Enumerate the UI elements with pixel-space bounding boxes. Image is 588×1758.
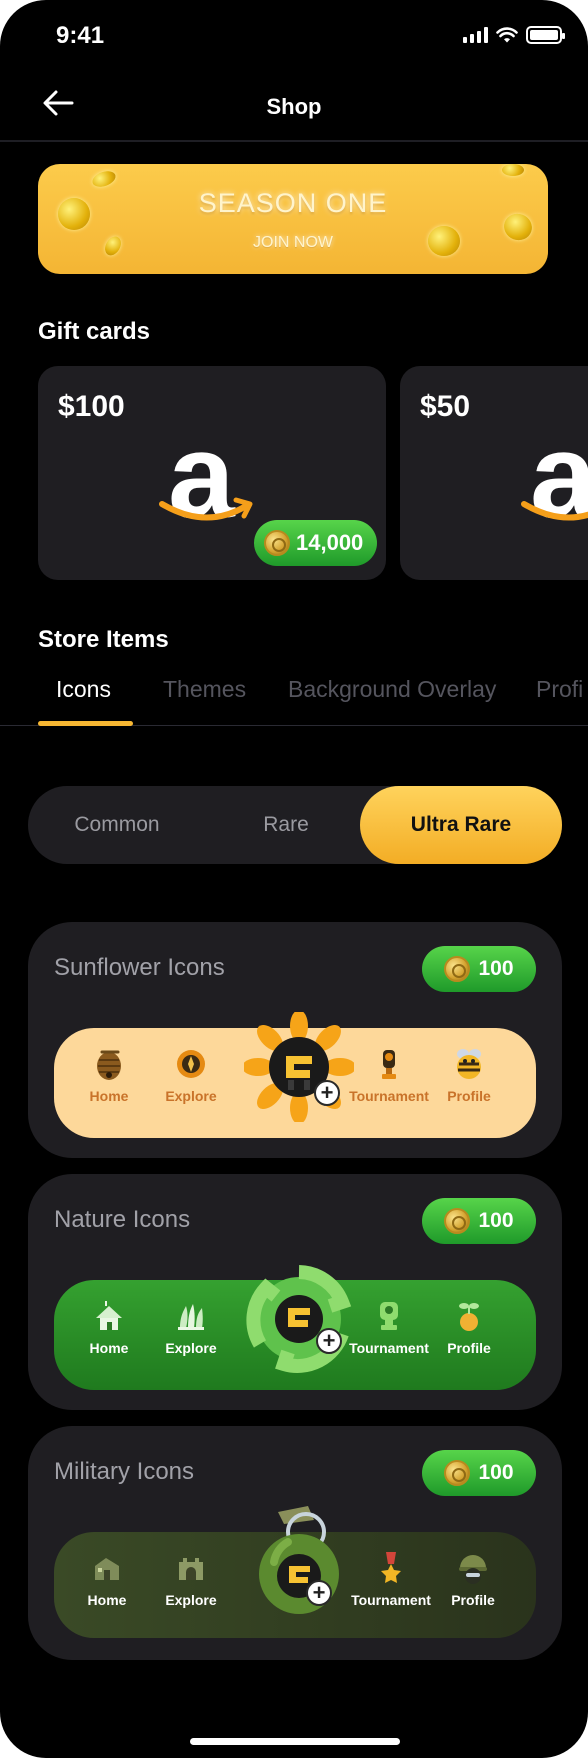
- preview-home: Home: [62, 1550, 152, 1608]
- coin-icon: [444, 956, 471, 982]
- recycle-badge-icon: [244, 1264, 354, 1374]
- gift-card-100[interactable]: $100 a 14,000: [38, 366, 386, 580]
- banner-join-now[interactable]: JOIN NOW: [38, 234, 548, 252]
- preview-label: Home: [89, 1088, 129, 1104]
- status-time: 9:41: [56, 22, 105, 49]
- tab-background-overlay[interactable]: Background Overlay: [288, 676, 496, 703]
- gift-card-amount: $100: [58, 390, 125, 423]
- add-preview-plus-button[interactable]: +: [306, 1580, 332, 1606]
- home-indicator: [190, 1738, 400, 1745]
- preview-label: Profile: [447, 1088, 491, 1104]
- grenade-badge-icon: [244, 1502, 354, 1614]
- rarity-ultra-rare-option[interactable]: Ultra Rare: [360, 786, 562, 864]
- pack-price: 100: [478, 1209, 514, 1232]
- preview-label: Explore: [165, 1088, 217, 1104]
- preview-profile: Profile: [428, 1550, 518, 1608]
- military-icons-preview: Home Explore + Tournament Profile: [54, 1506, 536, 1638]
- preview-label: Home: [87, 1592, 127, 1608]
- preview-label: Tournament: [349, 1340, 429, 1356]
- cottage-icon: [96, 1301, 122, 1330]
- rarity-rare-option[interactable]: Rare: [206, 786, 366, 864]
- preview-label: Explore: [165, 1340, 217, 1356]
- preview-label: Explore: [165, 1592, 217, 1608]
- gift-cards-title: Gift cards: [38, 318, 151, 345]
- preview-home: Home: [64, 1046, 154, 1104]
- phone-screen: 9:41 Shop SEASON ONE JOIN NOW Gift cards…: [0, 0, 588, 1758]
- preview-tournament: Tournament: [346, 1550, 436, 1608]
- coin-icon: [444, 1460, 471, 1486]
- preview-label: Home: [89, 1340, 129, 1356]
- add-preview-plus-button[interactable]: +: [314, 1080, 340, 1106]
- sprout-icon: [459, 1303, 479, 1331]
- preview-explore: Explore: [146, 1550, 236, 1608]
- coin-decoration: [90, 168, 118, 190]
- sunflower-badge-icon: [242, 1010, 356, 1124]
- preview-label: Profile: [447, 1340, 491, 1356]
- soldier-helmet-icon: [459, 1555, 487, 1584]
- page-title: Shop: [266, 94, 322, 119]
- coin-icon: [264, 530, 290, 556]
- pack-price-button[interactable]: 100: [422, 1450, 536, 1496]
- military-icons-pack[interactable]: Military Icons 100 Home Explore + Tourna…: [28, 1426, 562, 1660]
- pack-price-button[interactable]: 100: [422, 946, 536, 992]
- gift-card-price: 14,000: [296, 530, 364, 555]
- nature-icons-preview: Home Explore + Tournament Profile: [54, 1265, 536, 1390]
- preview-profile: Profile: [424, 1046, 514, 1104]
- preview-label: Tournament: [351, 1592, 431, 1608]
- fortress-icon: [179, 1558, 203, 1580]
- preview-explore: Explore: [146, 1046, 236, 1104]
- header-divider: [0, 140, 588, 142]
- barracks-icon: [95, 1558, 119, 1580]
- preview-tournament: Tournament: [344, 1046, 434, 1104]
- pack-title: Nature Icons: [54, 1206, 191, 1233]
- leaf-trophy-icon: [380, 1302, 398, 1330]
- pack-price: 100: [478, 957, 514, 980]
- sunflower-compass-icon: [177, 1050, 205, 1078]
- store-items-title: Store Items: [38, 626, 169, 653]
- rarity-selector: Common Rare Ultra Rare: [28, 786, 562, 864]
- store-tabs: Icons Themes Background Overlay Profi: [0, 668, 588, 728]
- wifi-icon: [496, 26, 518, 42]
- sunflower-icons-preview: Home Explore + Tournament Profile: [54, 1010, 536, 1138]
- sunflower-icons-pack[interactable]: Sunflower Icons 100 Home Explore + Tourn…: [28, 922, 562, 1158]
- preview-label: Profile: [451, 1592, 495, 1608]
- pack-title: Military Icons: [54, 1458, 195, 1485]
- add-preview-plus-button[interactable]: +: [316, 1328, 342, 1354]
- cellular-signal-icon: [463, 27, 488, 43]
- beehive-icon: [97, 1050, 121, 1080]
- status-icons: [463, 26, 565, 44]
- coin-decoration: [502, 164, 524, 176]
- bee-icon: [457, 1049, 481, 1079]
- tab-profile[interactable]: Profi: [536, 676, 583, 703]
- rarity-common-option[interactable]: Common: [28, 786, 206, 864]
- trophy-icon: [382, 1050, 396, 1079]
- medal-icon: [381, 1552, 401, 1583]
- pack-price-button[interactable]: 100: [422, 1198, 536, 1244]
- gift-card-50[interactable]: $50 a: [400, 366, 588, 580]
- preview-tournament: Tournament: [344, 1298, 434, 1356]
- tab-icons[interactable]: Icons: [56, 676, 111, 703]
- banner-title: SEASON ONE: [198, 188, 388, 218]
- preview-home: Home: [64, 1298, 154, 1356]
- nature-icons-pack[interactable]: Nature Icons 100 Home Explore + Tourname…: [28, 1174, 562, 1410]
- season-banner[interactable]: SEASON ONE JOIN NOW: [38, 164, 548, 274]
- gift-card-amount: $50: [420, 390, 471, 423]
- pack-title: Sunflower Icons: [54, 954, 225, 981]
- gift-card-price-button[interactable]: 14,000: [254, 520, 378, 566]
- battery-icon: [526, 26, 565, 44]
- preview-label: Tournament: [349, 1088, 429, 1104]
- coin-icon: [444, 1208, 471, 1234]
- active-tab-indicator: [38, 721, 133, 726]
- leaves-icon: [178, 1304, 204, 1330]
- preview-explore: Explore: [146, 1298, 236, 1356]
- tab-themes[interactable]: Themes: [163, 676, 246, 703]
- preview-profile: Profile: [424, 1298, 514, 1356]
- pack-price: 100: [478, 1461, 514, 1484]
